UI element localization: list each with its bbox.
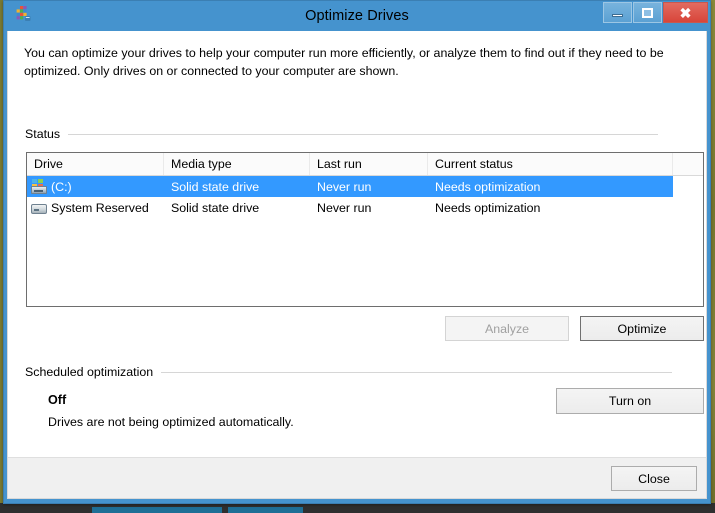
cell-media-type: Solid state drive	[171, 200, 260, 215]
cell-drive: System Reserved	[27, 197, 164, 218]
intro-text: You can optimize your drives to help you…	[24, 46, 664, 78]
window-controls: ✖	[603, 2, 708, 23]
group-divider	[68, 133, 659, 135]
status-group-label: Status	[25, 127, 61, 141]
column-header-drive[interactable]: Drive	[27, 153, 164, 175]
cell-drive: (C:)	[27, 176, 164, 197]
cell-media-type: Solid state drive	[171, 179, 260, 194]
status-group-header: Status	[25, 127, 700, 141]
drive-list[interactable]: Drive Media type Last run Current status…	[26, 152, 704, 307]
minimize-icon	[612, 13, 623, 17]
close-icon: ✖	[679, 4, 692, 21]
column-header-filler[interactable]	[673, 153, 703, 175]
close-window-button[interactable]: ✖	[663, 2, 708, 23]
optimize-drives-icon	[16, 6, 31, 21]
table-row[interactable]: (C:) Solid state drive Never run Needs o…	[27, 176, 673, 197]
taskbar-item[interactable]	[228, 507, 303, 513]
turn-on-button[interactable]: Turn on	[556, 388, 704, 414]
system-drive-icon	[31, 178, 48, 195]
optimize-button[interactable]: Optimize	[580, 316, 704, 341]
client-area: You can optimize your drives to help you…	[7, 31, 707, 499]
close-button[interactable]: Close	[611, 466, 697, 491]
maximize-icon	[642, 7, 653, 18]
dialog-footer: Close	[8, 457, 706, 498]
taskbar-item[interactable]	[92, 507, 222, 513]
cell-last-run: Never run	[317, 179, 372, 194]
scheduled-group-label: Scheduled optimization	[25, 365, 154, 379]
minimize-button[interactable]	[603, 2, 632, 23]
list-header-row: Drive Media type Last run Current status	[27, 153, 703, 176]
drive-name: System Reserved	[51, 200, 149, 215]
maximize-button[interactable]	[633, 2, 662, 23]
schedule-description: Drives are not being optimized automatic…	[48, 415, 294, 429]
group-divider	[161, 371, 673, 373]
column-header-media-type[interactable]: Media type	[164, 153, 310, 175]
column-header-last-run[interactable]: Last run	[310, 153, 428, 175]
table-row[interactable]: System Reserved Solid state drive Never …	[27, 197, 703, 218]
cell-last-run: Never run	[317, 200, 372, 215]
column-header-current-status[interactable]: Current status	[428, 153, 673, 175]
optimize-drives-window: Optimize Drives ✖ You can optimize your …	[3, 0, 711, 504]
schedule-state: Off	[48, 393, 67, 407]
analyze-button[interactable]: Analyze	[445, 316, 569, 341]
scheduled-optimization-group-header: Scheduled optimization	[25, 365, 700, 379]
title-bar[interactable]: Optimize Drives ✖	[4, 1, 710, 31]
drive-name: (C:)	[51, 179, 72, 194]
drive-icon	[31, 200, 48, 216]
cell-current-status: Needs optimization	[435, 179, 541, 194]
taskbar[interactable]	[0, 503, 715, 513]
cell-current-status: Needs optimization	[435, 200, 541, 215]
